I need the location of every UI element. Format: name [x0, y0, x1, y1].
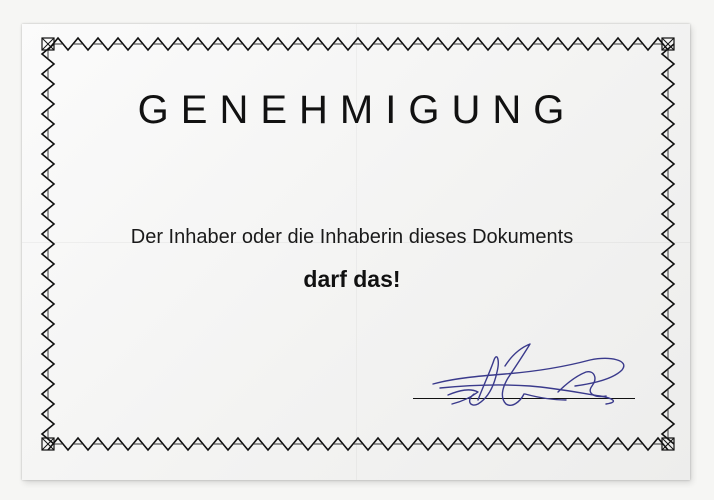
- handwritten-signature-icon: [432, 343, 625, 406]
